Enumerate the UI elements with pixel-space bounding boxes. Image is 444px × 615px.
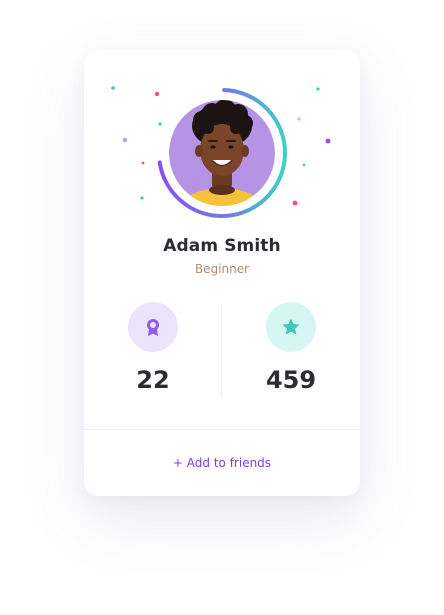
star-icon [282, 318, 300, 335]
avatar-section [84, 50, 360, 230]
profile-level: Beginner [194, 262, 250, 276]
page-background: Adam Smith Beginner 22 459 + Add to frie… [0, 0, 444, 615]
award-ribbon-icon [147, 319, 159, 336]
award-badge [128, 302, 178, 352]
avatar-illustration [111, 86, 331, 218]
awards-count: 22 [136, 366, 170, 394]
profile-name: Adam Smith [163, 236, 281, 256]
stat-stars: 459 [222, 302, 360, 398]
star-badge [266, 302, 316, 352]
avatar [169, 100, 275, 206]
profile-card: Adam Smith Beginner 22 459 + Add to frie… [84, 50, 360, 496]
stat-awards: 22 [84, 302, 222, 398]
stars-count: 459 [265, 366, 317, 394]
add-to-friends-button[interactable]: + Add to friends [84, 430, 360, 496]
